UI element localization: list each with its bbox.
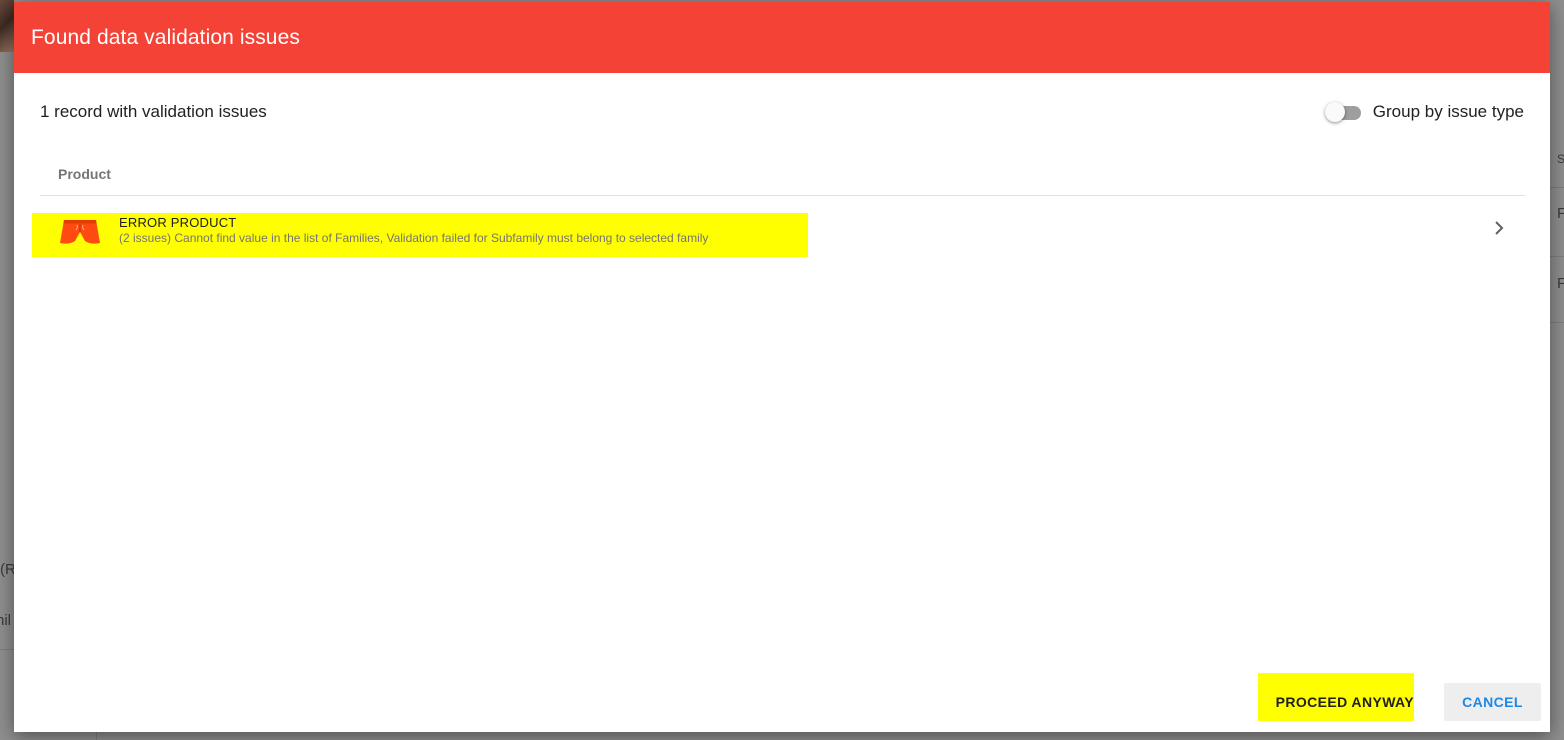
toggle-switch[interactable]: [1324, 101, 1363, 123]
proceed-anyway-label: PROCEED ANYWAY: [1275, 694, 1414, 710]
summary-row: 1 record with validation issues Group by…: [40, 98, 1524, 126]
background-text-fragment: S: [1557, 152, 1564, 166]
dialog-title: Found data validation issues: [31, 25, 300, 49]
dialog-footer: PROCEED ANYWAY CANCEL: [1257, 673, 1541, 721]
table-row[interactable]: ERROR PRODUCT (2 issues) Cannot find val…: [32, 196, 1525, 262]
background-photo: [0, 0, 14, 52]
background-divider: [0, 649, 14, 650]
background-divider: [1550, 322, 1564, 323]
cancel-button[interactable]: CANCEL: [1444, 683, 1541, 721]
group-by-issue-type-toggle[interactable]: Group by issue type: [1324, 101, 1524, 123]
product-name: ERROR PRODUCT: [119, 215, 237, 230]
background-text-fragment: nil: [0, 612, 12, 629]
toggle-thumb: [1324, 102, 1345, 122]
proceed-anyway-button[interactable]: PROCEED ANYWAY: [1257, 673, 1428, 721]
product-issues-text: (2 issues) Cannot find value in the list…: [119, 231, 709, 245]
background-text-fragment: F: [1557, 275, 1564, 292]
toggle-label: Group by issue type: [1372, 102, 1524, 121]
records-table: Product ERROR PRODUCT (2 issues) Cannot …: [32, 152, 1525, 262]
column-header-product: Product: [40, 152, 1525, 196]
shorts-thumbnail-icon: [60, 220, 100, 244]
background-text-fragment: F: [1557, 205, 1564, 222]
chevron-right-icon[interactable]: [1493, 220, 1505, 236]
dialog-header: Found data validation issues: [14, 2, 1550, 73]
record-count-text: 1 record with validation issues: [40, 102, 267, 121]
background-divider: [96, 732, 97, 740]
validation-issues-dialog: Found data validation issues 1 record wi…: [14, 2, 1550, 732]
background-divider: [1550, 256, 1564, 257]
background-divider: [1550, 187, 1564, 188]
